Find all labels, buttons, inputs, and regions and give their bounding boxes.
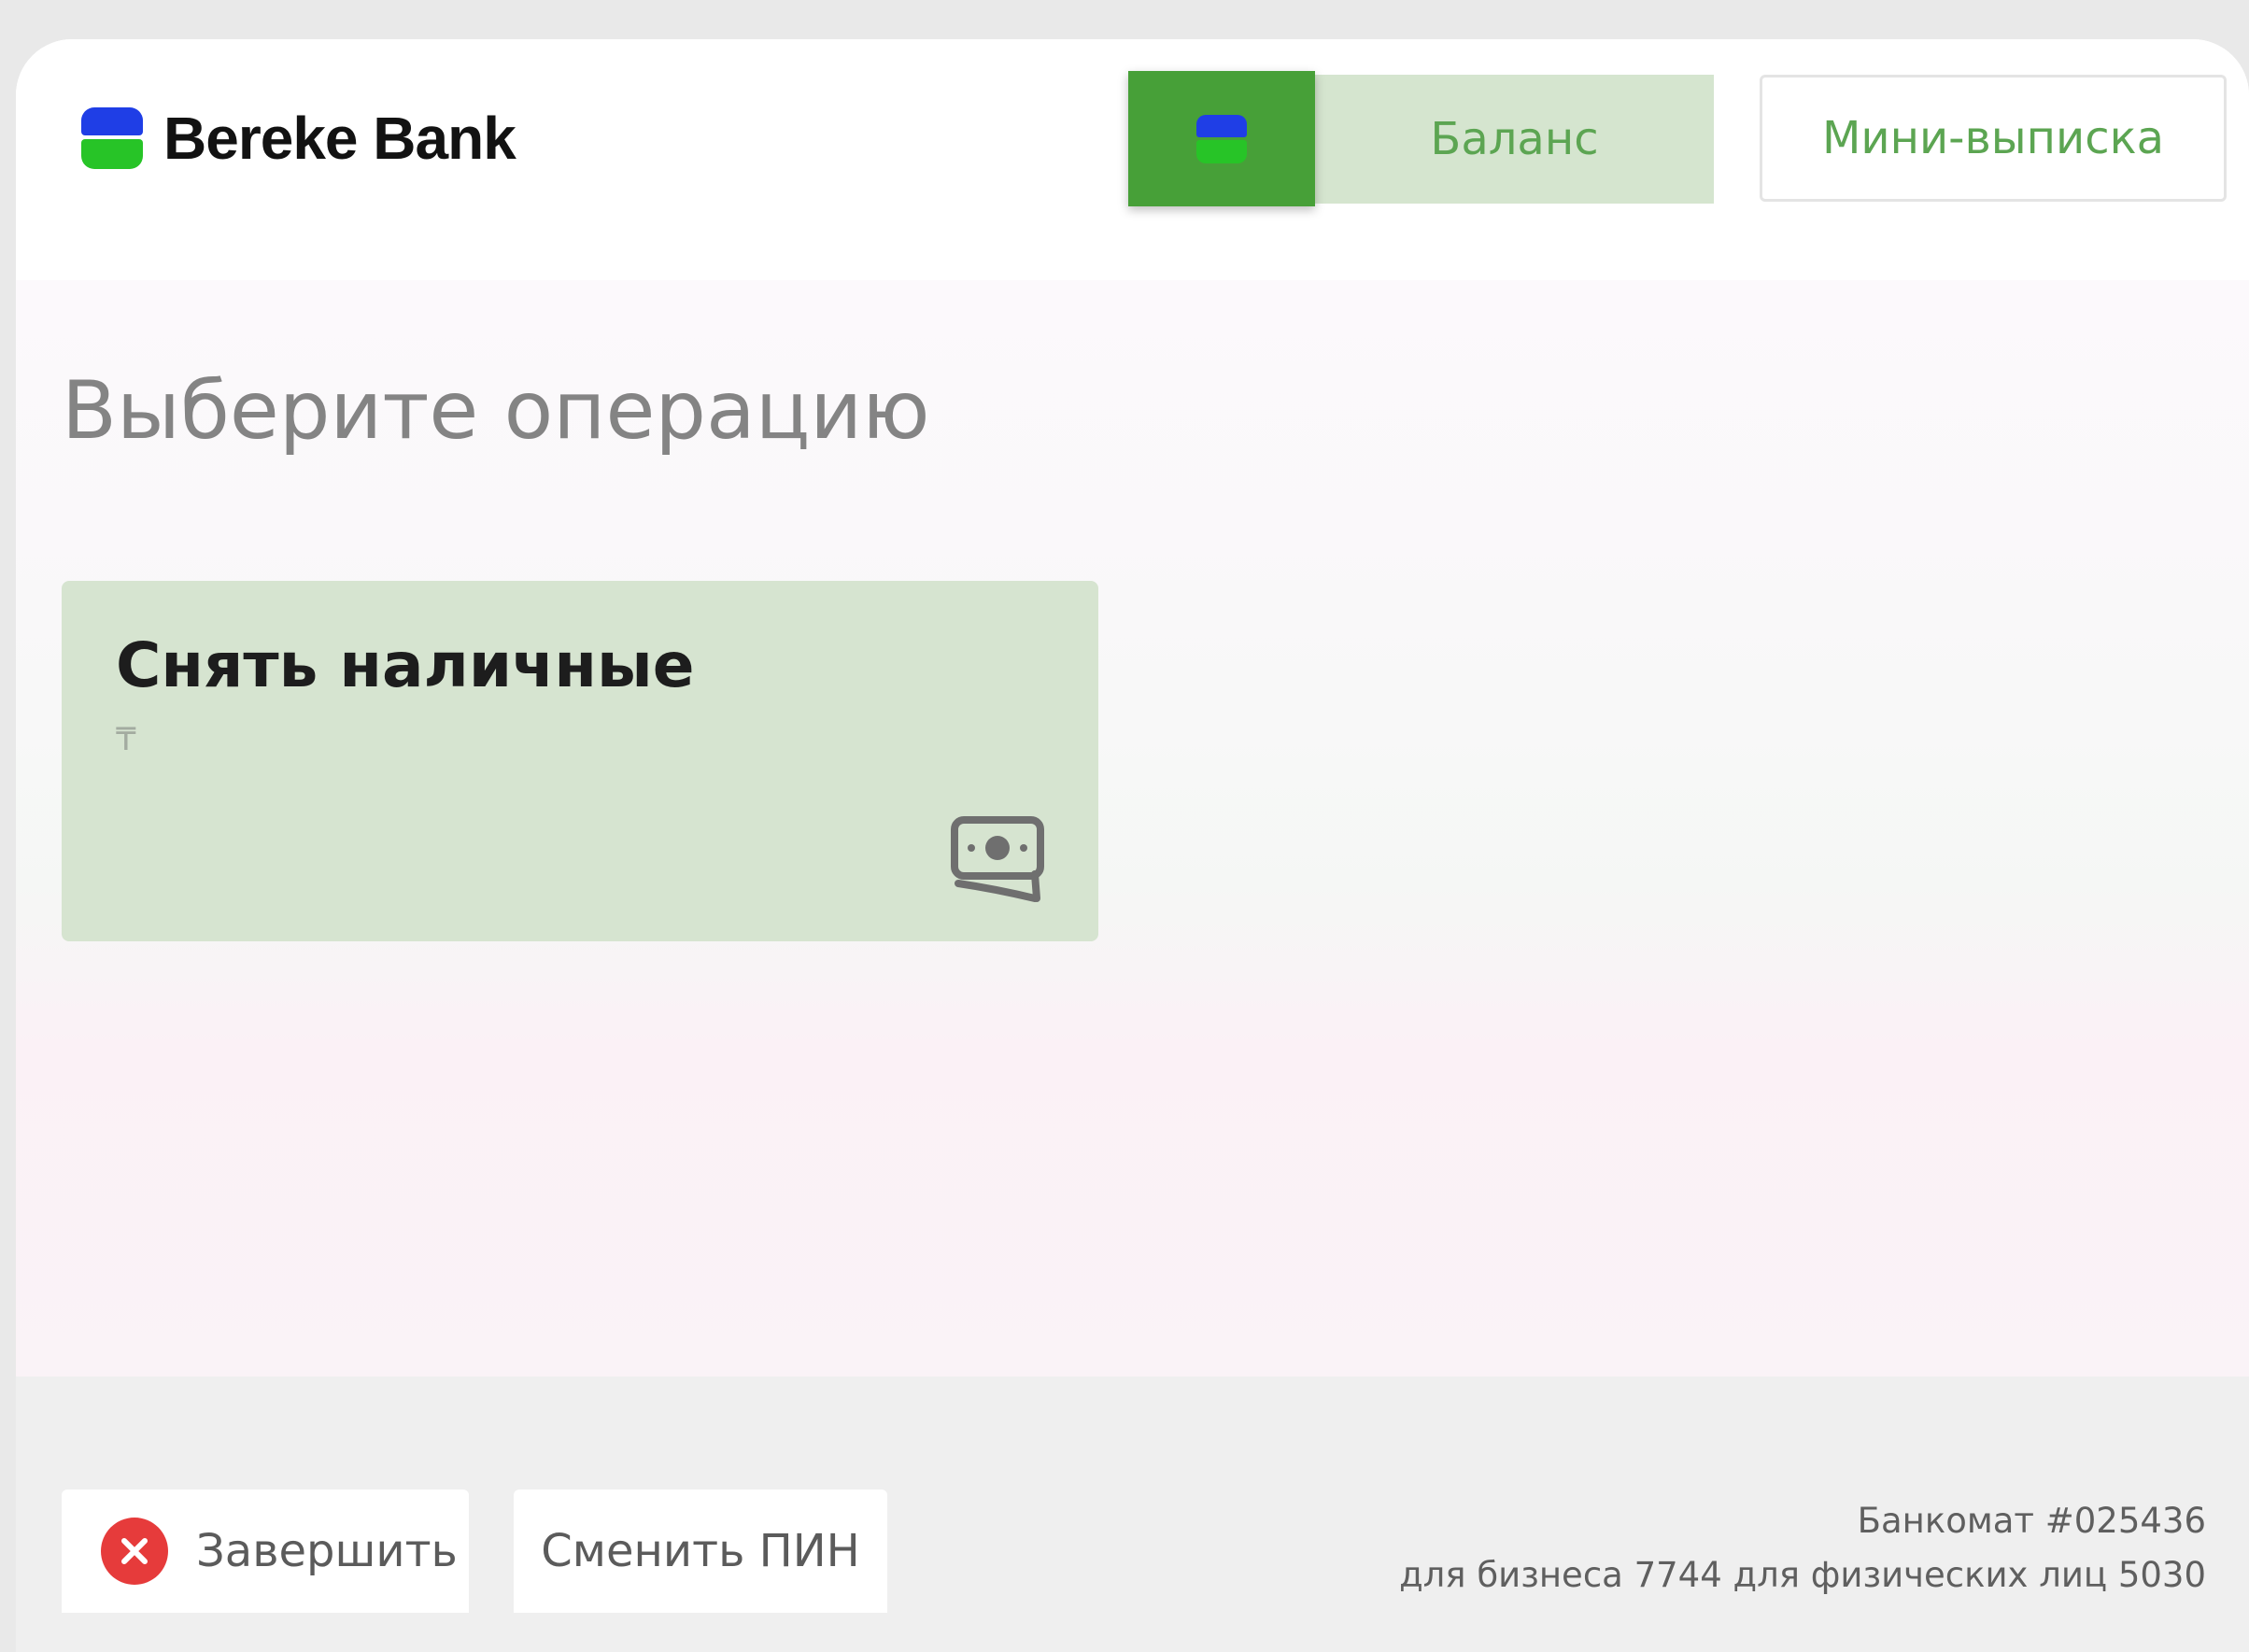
finish-label: Завершить bbox=[196, 1525, 458, 1577]
operation-title: Снять наличные bbox=[116, 629, 695, 701]
finish-button[interactable]: Завершить bbox=[62, 1490, 469, 1613]
bereke-logo-icon bbox=[81, 107, 143, 169]
logo-text: Bereke Bank bbox=[163, 105, 516, 172]
cash-icon bbox=[951, 816, 1044, 902]
page-title: Выберите операцию bbox=[62, 364, 930, 458]
mini-statement-button[interactable]: Мини-выписка bbox=[1760, 75, 2227, 202]
atm-info: Банкомат #025436 для бизнеса 7744 для фи… bbox=[1399, 1494, 2206, 1603]
close-icon bbox=[101, 1518, 168, 1585]
bank-logo: Bereke Bank bbox=[81, 101, 516, 176]
support-phones: для бизнеса 7744 для физических лиц 5030 bbox=[1399, 1555, 2206, 1595]
withdraw-cash-tile[interactable]: Снять наличные ₸ bbox=[62, 581, 1098, 941]
header: Bereke Bank Баланс Мини-выписка bbox=[16, 39, 2249, 280]
change-pin-button[interactable]: Сменить ПИН bbox=[514, 1490, 887, 1613]
card-badge bbox=[1128, 71, 1315, 206]
balance-button[interactable]: Баланс bbox=[1128, 71, 1714, 206]
bereke-card-icon bbox=[1196, 114, 1247, 163]
balance-label: Баланс bbox=[1315, 75, 1714, 204]
atm-number: Банкомат #025436 bbox=[1857, 1501, 2206, 1541]
currency-symbol: ₸ bbox=[116, 721, 136, 758]
